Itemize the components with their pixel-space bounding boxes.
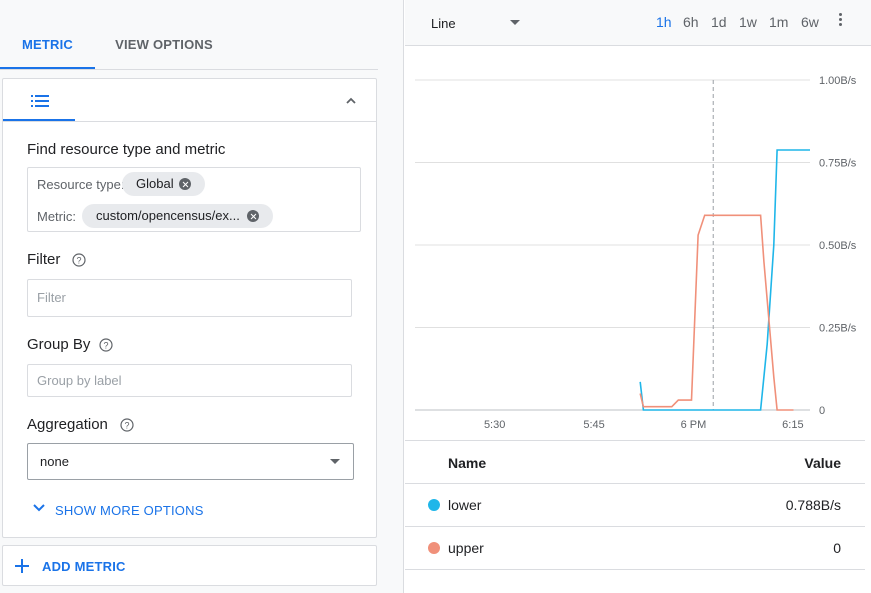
y-tick-label: 0.50B/s bbox=[819, 240, 857, 252]
resource-metric-selector[interactable]: Resource type: Global Metric: custom/ope… bbox=[27, 167, 361, 232]
aggregation-value: none bbox=[40, 454, 69, 469]
svg-text:?: ? bbox=[103, 341, 108, 351]
aggregation-title: Aggregation bbox=[27, 416, 108, 433]
chevron-up-icon[interactable] bbox=[343, 93, 359, 109]
legend-row-upper[interactable]: upper 0 bbox=[405, 527, 865, 570]
filter-input[interactable]: Filter bbox=[27, 279, 352, 317]
chevron-down-icon bbox=[33, 504, 45, 512]
x-tick-label: 6 PM bbox=[681, 419, 707, 431]
list-icon bbox=[31, 95, 49, 107]
metric-value: custom/opencensus/ex... bbox=[96, 208, 240, 223]
help-icon[interactable]: ? bbox=[99, 338, 113, 352]
series-color-dot bbox=[428, 542, 440, 554]
svg-text:?: ? bbox=[76, 256, 81, 266]
help-icon[interactable]: ? bbox=[120, 418, 134, 432]
show-more-label: SHOW MORE OPTIONS bbox=[55, 503, 204, 518]
resource-type-chip[interactable]: Global bbox=[122, 172, 205, 196]
dropdown-arrow-icon[interactable] bbox=[510, 20, 520, 25]
metric-editor-panel: METRIC VIEW OPTIONS Find resource type a… bbox=[0, 0, 404, 593]
range-1d[interactable]: 1d bbox=[711, 14, 727, 30]
legend-series-value: 0.788B/s bbox=[785, 497, 841, 513]
add-metric-label: ADD METRIC bbox=[42, 559, 126, 574]
y-tick-label: 0 bbox=[819, 405, 825, 417]
resource-type-label: Resource type: bbox=[37, 177, 125, 192]
y-tick-label: 0.75B/s bbox=[819, 158, 857, 170]
range-1h[interactable]: 1h bbox=[656, 14, 672, 30]
legend-series-name: lower bbox=[448, 497, 482, 513]
y-tick-label: 1.00B/s bbox=[819, 75, 857, 87]
x-tick-label: 5:30 bbox=[484, 419, 505, 431]
legend-header: Name Value bbox=[405, 440, 865, 484]
editor-tabs: METRIC VIEW OPTIONS bbox=[0, 0, 378, 70]
add-metric-button[interactable]: ADD METRIC bbox=[2, 545, 377, 586]
help-icon[interactable]: ? bbox=[72, 253, 86, 267]
dropdown-arrow-icon bbox=[330, 459, 340, 464]
tab-view-options[interactable]: VIEW OPTIONS bbox=[105, 0, 223, 69]
tab-metric[interactable]: METRIC bbox=[0, 0, 95, 69]
legend-series-name: upper bbox=[448, 540, 484, 556]
close-icon[interactable] bbox=[247, 210, 259, 222]
filter-title: Filter bbox=[27, 251, 61, 268]
more-vert-icon[interactable] bbox=[839, 13, 843, 29]
series-color-dot bbox=[428, 499, 440, 511]
svg-text:?: ? bbox=[124, 421, 129, 431]
aggregation-select[interactable]: none bbox=[27, 443, 354, 480]
range-1m[interactable]: 1m bbox=[769, 14, 788, 30]
close-icon[interactable] bbox=[179, 178, 191, 190]
metric-chip[interactable]: custom/opencensus/ex... bbox=[82, 204, 273, 228]
resource-type-value: Global bbox=[136, 176, 174, 191]
legend-row-lower[interactable]: lower 0.788B/s bbox=[405, 484, 865, 527]
legend-value-header: Value bbox=[804, 455, 841, 471]
legend-series-value: 0 bbox=[833, 540, 841, 556]
series-line-lower bbox=[639, 149, 810, 411]
range-1w[interactable]: 1w bbox=[739, 14, 757, 30]
group-by-input[interactable]: Group by label bbox=[27, 364, 352, 397]
metric-card-header bbox=[3, 79, 376, 122]
list-tab[interactable] bbox=[3, 79, 75, 121]
metric-line-chart[interactable]: 0 0.25B/s 0.50B/s 0.75B/s 1.00B/s 5:30 5:45 6 P… bbox=[405, 46, 871, 440]
find-resource-title: Find resource type and metric bbox=[27, 141, 226, 158]
plus-icon bbox=[15, 559, 29, 573]
x-tick-label: 5:45 bbox=[583, 419, 604, 431]
y-tick-label: 0.25B/s bbox=[819, 323, 857, 335]
range-6h[interactable]: 6h bbox=[683, 14, 699, 30]
metric-label: Metric: bbox=[37, 209, 76, 224]
x-tick-label: 6:15 bbox=[782, 419, 803, 431]
group-by-title: Group By bbox=[27, 336, 91, 353]
chart-panel: Line 1h 6h 1d 1w 1m 6w 0 0.25B/s 0.50B/s 0.… bbox=[405, 0, 871, 593]
metric-card: Find resource type and metric Resource t… bbox=[2, 78, 377, 538]
range-6w[interactable]: 6w bbox=[801, 14, 819, 30]
legend-name-header: Name bbox=[448, 455, 487, 471]
chart-toolbar: Line 1h 6h 1d 1w 1m 6w bbox=[405, 0, 871, 46]
chart-type-select[interactable]: Line bbox=[431, 16, 456, 31]
